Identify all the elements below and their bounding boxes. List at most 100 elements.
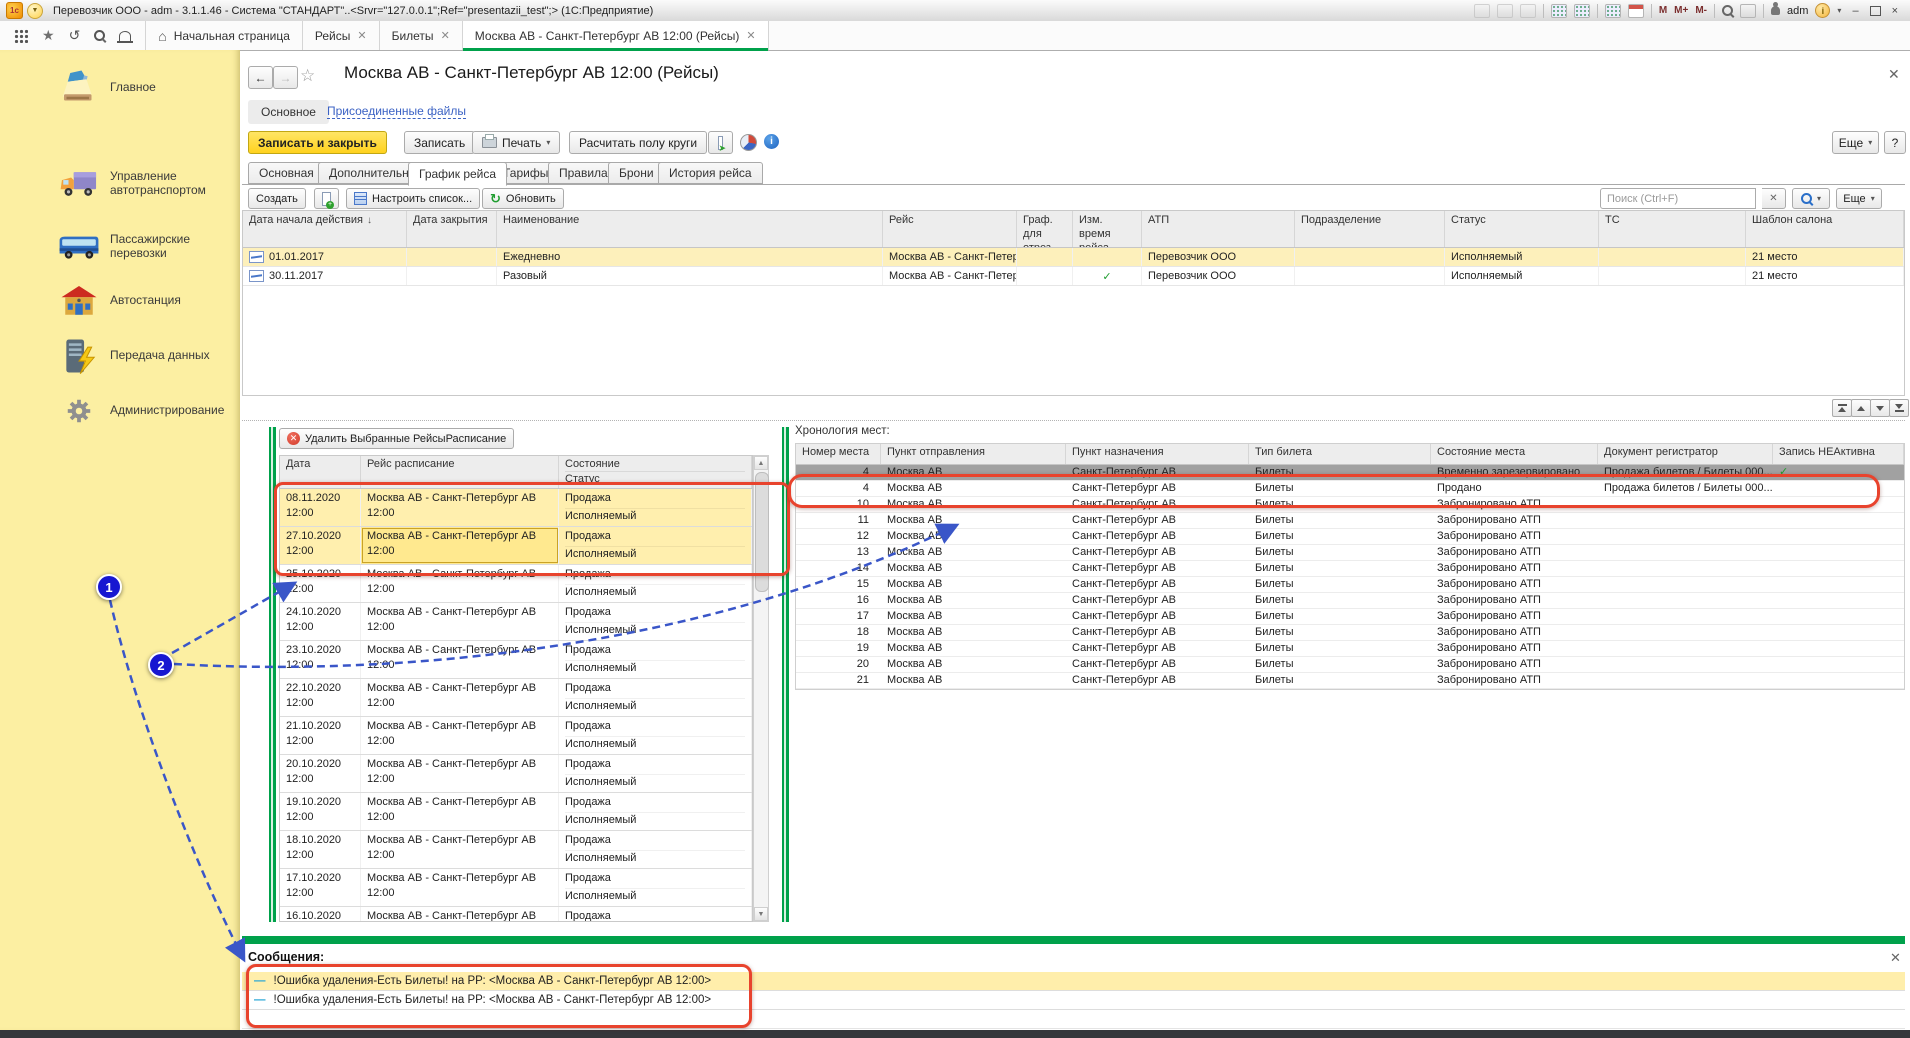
- seat-row[interactable]: 13 Москва АВ Санкт-Петербург АВ Билеты З…: [796, 545, 1904, 561]
- schedule-table-header[interactable]: Дата начала действия↓ Дата закрытия Наим…: [243, 211, 1904, 248]
- favorites-icon[interactable]: ★: [42, 27, 55, 44]
- seat-row[interactable]: 16 Москва АВ Санкт-Петербург АВ Билеты З…: [796, 593, 1904, 609]
- nav-link-main[interactable]: Основное: [248, 100, 329, 124]
- close-tab-icon[interactable]: ✕: [357, 29, 366, 42]
- forward-button[interactable]: →: [273, 66, 298, 89]
- delete-selected-runs-button[interactable]: ✕ Удалить Выбранные РейсыРасписание: [279, 428, 514, 449]
- save-close-button[interactable]: Записать и закрыть: [248, 131, 387, 154]
- maximize-button[interactable]: [1870, 6, 1881, 16]
- close-tab-icon[interactable]: ✕: [441, 29, 450, 42]
- print-button[interactable]: Печать▾: [472, 131, 560, 154]
- run-row[interactable]: 21.10.202012:00 Москва АВ - Санкт-Петерб…: [280, 717, 752, 755]
- sidebar-item-avtostanciya[interactable]: Автостанция: [0, 275, 240, 327]
- run-row[interactable]: 20.10.202012:00 Москва АВ - Санкт-Петерб…: [280, 755, 752, 793]
- minimize-button[interactable]: –: [1848, 5, 1862, 17]
- run-row[interactable]: 25.10.202012:00 Москва АВ - Санкт-Петерб…: [280, 565, 752, 603]
- close-tab-icon[interactable]: ✕: [746, 29, 755, 42]
- tab-reisy[interactable]: Рейсы ✕: [302, 21, 379, 50]
- copy-button[interactable]: +: [314, 188, 339, 209]
- seat-row[interactable]: 15 Москва АВ Санкт-Петербург АВ Билеты З…: [796, 577, 1904, 593]
- run-row[interactable]: 19.10.202012:00 Москва АВ - Санкт-Петерб…: [280, 793, 752, 831]
- sidebar-item-peredacha-dannyh[interactable]: Передача данных: [0, 330, 240, 382]
- message-row[interactable]: — !Ошибка удаления-Есть Билеты! на РР: <…: [242, 972, 1905, 991]
- favorite-star-icon[interactable]: ☆: [300, 66, 315, 86]
- runs-table-header[interactable]: Дата Рейс расписание СостояниеСтатус: [280, 456, 752, 489]
- scrollbar-thumb[interactable]: [755, 472, 769, 592]
- notifications-icon[interactable]: [119, 31, 131, 41]
- calculator-icon[interactable]: [1605, 4, 1621, 18]
- seat-row[interactable]: 20 Москва АВ Санкт-Петербург АВ Билеты З…: [796, 657, 1904, 673]
- nav-link-attached-files[interactable]: Присоединенные файлы: [327, 104, 466, 119]
- chronology-table-header[interactable]: Номер места Пункт отправления Пункт назн…: [796, 444, 1904, 465]
- sidebar-item-upravlenie-avtotransportom[interactable]: Управление автотранспортом: [0, 158, 240, 210]
- schedule-row[interactable]: 30.11.2017 Разовый Москва АВ - Санкт-Пет…: [243, 267, 1904, 286]
- scroll-up-icon[interactable]: ▲: [754, 456, 768, 470]
- search-icon[interactable]: [94, 30, 105, 41]
- pie-chart-icon[interactable]: [740, 134, 757, 151]
- form-close-icon[interactable]: ✕: [1888, 66, 1900, 83]
- split-view-icon[interactable]: [1740, 4, 1756, 18]
- tab-moskva-spb[interactable]: Москва АВ - Санкт-Петербург АВ 12:00 (Ре…: [462, 21, 769, 50]
- move-bottom-button[interactable]: [1889, 399, 1909, 417]
- zoom-icon[interactable]: [1722, 5, 1733, 16]
- tab-home[interactable]: ⌂ Начальная страница: [145, 21, 302, 50]
- print-preview-icon[interactable]: [1520, 4, 1536, 18]
- sidebar-item-administrirovanie[interactable]: Администрирование: [0, 385, 240, 437]
- run-row[interactable]: 18.10.202012:00 Москва АВ - Санкт-Петерб…: [280, 831, 752, 869]
- report-button[interactable]: ➤: [708, 131, 733, 154]
- memory-plus-button[interactable]: M+: [1674, 5, 1688, 16]
- tab-broni[interactable]: Брони: [608, 162, 665, 184]
- more-button-top[interactable]: Еще▾: [1832, 131, 1879, 154]
- tab-istoriya-reysa[interactable]: История рейса: [658, 162, 763, 184]
- more-button-list[interactable]: Еще▾: [1836, 188, 1882, 209]
- print-icon[interactable]: [1497, 4, 1513, 18]
- seat-row[interactable]: 11 Москва АВ Санкт-Петербург АВ Билеты З…: [796, 513, 1904, 529]
- search-input[interactable]: [1600, 188, 1756, 209]
- tab-bilety[interactable]: Билеты ✕: [379, 21, 462, 50]
- runs-scrollbar[interactable]: ▲ ▼: [753, 455, 769, 922]
- back-button[interactable]: ←: [248, 66, 273, 89]
- seat-row[interactable]: 12 Москва АВ Санкт-Петербург АВ Билеты З…: [796, 529, 1904, 545]
- create-button[interactable]: Создать: [248, 188, 306, 209]
- run-row[interactable]: 23.10.202012:00 Москва АВ - Санкт-Петерб…: [280, 641, 752, 679]
- info-icon[interactable]: i: [1815, 3, 1830, 18]
- save-button[interactable]: Записать: [404, 131, 475, 154]
- move-top-button[interactable]: [1832, 399, 1852, 417]
- tab-grafik-reysa[interactable]: График рейса: [408, 162, 507, 186]
- configure-list-button[interactable]: Настроить список...: [346, 188, 480, 209]
- find-button[interactable]: ▾: [1792, 188, 1830, 209]
- calendar-icon[interactable]: [1628, 4, 1644, 18]
- run-row[interactable]: 08.11.202012:00 Москва АВ - Санкт-Петерб…: [280, 489, 752, 527]
- go-link-icon[interactable]: [1574, 4, 1590, 18]
- message-row[interactable]: — !Ошибка удаления-Есть Билеты! на РР: <…: [242, 991, 1905, 1010]
- move-down-button[interactable]: [1870, 399, 1890, 417]
- tab-osnovnaya[interactable]: Основная: [248, 162, 325, 184]
- sidebar-item-passazhirskie-perevozki[interactable]: Пассажирские перевозки: [0, 221, 240, 273]
- get-link-icon[interactable]: [1551, 4, 1567, 18]
- sidebar-item-glavnoe[interactable]: Главное: [0, 62, 240, 114]
- seat-row[interactable]: 14 Москва АВ Санкт-Петербург АВ Билеты З…: [796, 561, 1904, 577]
- close-button[interactable]: ×: [1888, 5, 1902, 17]
- memory-minus-button[interactable]: M-: [1695, 5, 1707, 16]
- schedule-row[interactable]: 01.01.2017 Ежедневно Москва АВ - Санкт-П…: [243, 248, 1904, 267]
- run-row[interactable]: 17.10.202012:00 Москва АВ - Санкт-Петерб…: [280, 869, 752, 907]
- history-icon[interactable]: ↺: [69, 27, 81, 44]
- seat-row[interactable]: 4 Москва АВ Санкт-Петербург АВ Билеты Пр…: [796, 481, 1904, 497]
- seat-row[interactable]: 19 Москва АВ Санкт-Петербург АВ Билеты З…: [796, 641, 1904, 657]
- chevron-down-icon[interactable]: ▾: [1837, 6, 1841, 15]
- info-button[interactable]: i: [764, 134, 779, 149]
- run-row[interactable]: 22.10.202012:00 Москва АВ - Санкт-Петерб…: [280, 679, 752, 717]
- run-row[interactable]: 16.10.202012:00 Москва АВ - Санкт-Петерб…: [280, 907, 752, 922]
- clear-search-button[interactable]: ✕: [1762, 188, 1786, 209]
- main-menu-icon[interactable]: ▼: [27, 3, 43, 19]
- run-row[interactable]: 24.10.202012:00 Москва АВ - Санкт-Петерб…: [280, 603, 752, 641]
- seat-row[interactable]: 10 Москва АВ Санкт-Петербург АВ Билеты З…: [796, 497, 1904, 513]
- all-functions-icon[interactable]: [14, 29, 28, 43]
- seat-row[interactable]: 21 Москва АВ Санкт-Петербург АВ Билеты З…: [796, 673, 1904, 689]
- calc-half-circles-button[interactable]: Расчитать полу круги: [569, 131, 707, 154]
- seat-row[interactable]: 4 Москва АВ Санкт-Петербург АВ Билеты Вр…: [796, 465, 1904, 481]
- move-up-button[interactable]: [1851, 399, 1871, 417]
- help-button[interactable]: ?: [1884, 131, 1906, 154]
- seat-row[interactable]: 17 Москва АВ Санкт-Петербург АВ Билеты З…: [796, 609, 1904, 625]
- memory-button[interactable]: M: [1659, 5, 1667, 16]
